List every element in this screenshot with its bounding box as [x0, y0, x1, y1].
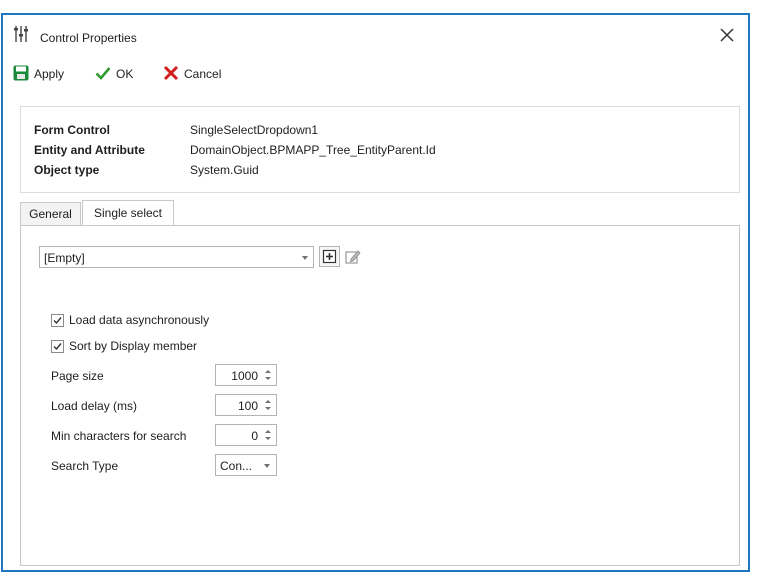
checkmark-icon	[95, 65, 111, 84]
control-info-panel: Form Control SingleSelectDropdown1 Entit…	[20, 106, 740, 193]
sort-display-checkbox[interactable]	[51, 339, 64, 353]
dialog-title: Control Properties	[40, 31, 137, 45]
min-chars-value: 0	[251, 429, 258, 443]
sort-display-checkbox-row[interactable]: Sort by Display member	[51, 338, 197, 354]
sort-display-label: Sort by Display member	[69, 339, 198, 353]
chevron-down-icon	[302, 256, 308, 260]
edit-icon	[343, 250, 362, 269]
title-bar: Control Properties	[3, 15, 748, 51]
cancel-button[interactable]: Cancel	[163, 63, 221, 85]
load-async-checkbox-row[interactable]: Load data asynchronously	[51, 312, 209, 328]
load-async-label: Load data asynchronously	[69, 313, 210, 327]
tab-single-select[interactable]: Single select	[82, 200, 174, 225]
page-size-value: 1000	[231, 369, 258, 383]
info-value: SingleSelectDropdown1	[190, 123, 319, 137]
add-icon	[320, 249, 339, 269]
ok-label: OK	[116, 67, 134, 81]
load-delay-label: Load delay (ms)	[51, 399, 138, 413]
load-delay-stepper[interactable]: 100	[215, 394, 277, 416]
datasource-dropdown[interactable]: [Empty]	[39, 246, 314, 268]
search-type-value: Con...	[220, 459, 253, 473]
load-delay-value: 100	[237, 399, 258, 413]
close-icon[interactable]	[718, 26, 736, 44]
tab-general[interactable]: General	[20, 202, 81, 225]
apply-button[interactable]: Apply	[13, 63, 64, 85]
min-chars-label: Min characters for search	[51, 429, 187, 443]
chevron-down-icon[interactable]	[265, 407, 271, 410]
chevron-down-icon[interactable]	[265, 377, 271, 380]
chevron-down-icon[interactable]	[265, 437, 271, 440]
sliders-icon	[13, 25, 29, 43]
search-type-select[interactable]: Con...	[215, 454, 277, 476]
chevron-up-icon[interactable]	[265, 370, 271, 373]
chevron-up-icon[interactable]	[265, 400, 271, 403]
search-type-label: Search Type	[51, 459, 119, 473]
info-key: Entity and Attribute	[34, 143, 145, 157]
datasource-value: [Empty]	[44, 251, 85, 265]
chevron-down-icon	[264, 464, 270, 468]
ok-button[interactable]: OK	[95, 63, 133, 85]
load-async-checkbox[interactable]	[51, 313, 64, 327]
page-size-label: Page size	[51, 369, 104, 383]
x-icon	[163, 65, 179, 84]
info-value: DomainObject.BPMAPP_Tree_EntityParent.Id	[190, 143, 436, 157]
min-chars-stepper[interactable]: 0	[215, 424, 277, 446]
single-select-panel: [Empty] Load data asynchronously Sort by…	[20, 225, 740, 566]
control-properties-dialog: Control Properties Apply OK Cancel Form …	[1, 13, 750, 572]
apply-label: Apply	[34, 67, 65, 81]
edit-button[interactable]	[342, 246, 363, 267]
chevron-up-icon[interactable]	[265, 430, 271, 433]
info-value: System.Guid	[190, 163, 259, 177]
info-key: Object type	[34, 163, 100, 177]
info-key: Form Control	[34, 123, 110, 137]
add-button[interactable]	[319, 246, 340, 267]
save-icon	[13, 65, 29, 84]
cancel-label: Cancel	[184, 67, 222, 81]
page-size-stepper[interactable]: 1000	[215, 364, 277, 386]
